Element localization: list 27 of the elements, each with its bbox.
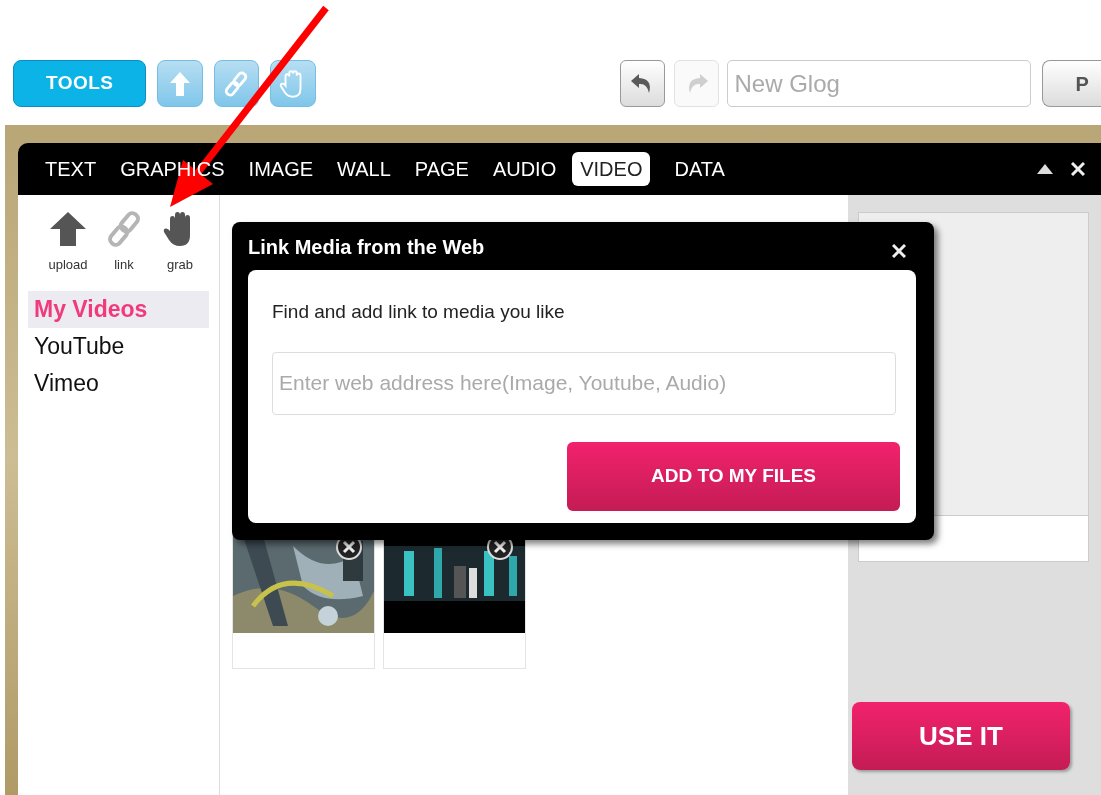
undo-button[interactable]: [619, 60, 666, 107]
use-it-button[interactable]: USE IT: [852, 702, 1070, 770]
category-tab[interactable]: PAGE: [414, 152, 469, 186]
source-item[interactable]: Vimeo: [28, 364, 209, 402]
toolbar-button[interactable]: P: [1042, 60, 1101, 107]
close-icon[interactable]: [892, 244, 906, 258]
category-tab[interactable]: VIDEO: [572, 152, 651, 186]
link-tool-button[interactable]: [213, 60, 260, 107]
category-tab[interactable]: DATA: [674, 152, 725, 186]
upload-arrow-icon: [169, 70, 191, 97]
url-field[interactable]: Enter web address here(Image, Youtube, Audio): [272, 351, 896, 415]
grab-tool-button[interactable]: [270, 60, 316, 107]
source-item[interactable]: YouTube: [28, 327, 209, 365]
category-tab[interactable]: TEXT: [45, 152, 97, 186]
title-field[interactable]: New Glog: [727, 60, 1032, 107]
category-tab[interactable]: AUDIO: [492, 152, 557, 186]
dialog-prompt: Find and add link to media you like: [272, 300, 566, 324]
dialog-title: Link Media from the Web: [248, 235, 485, 260]
tool-label[interactable]: grab: [167, 255, 193, 275]
add-to-files-button[interactable]: ADD TO MY FILES: [567, 441, 900, 511]
tool-label[interactable]: upload: [48, 255, 88, 275]
category-tab[interactable]: WALL: [337, 152, 391, 186]
category-tab[interactable]: IMAGE: [248, 152, 314, 186]
close-icon[interactable]: [1071, 162, 1085, 176]
video-thumbnail[interactable]: [232, 535, 375, 669]
upload-arrow-icon[interactable]: [48, 209, 88, 249]
collapse-icon[interactable]: [1037, 164, 1053, 174]
